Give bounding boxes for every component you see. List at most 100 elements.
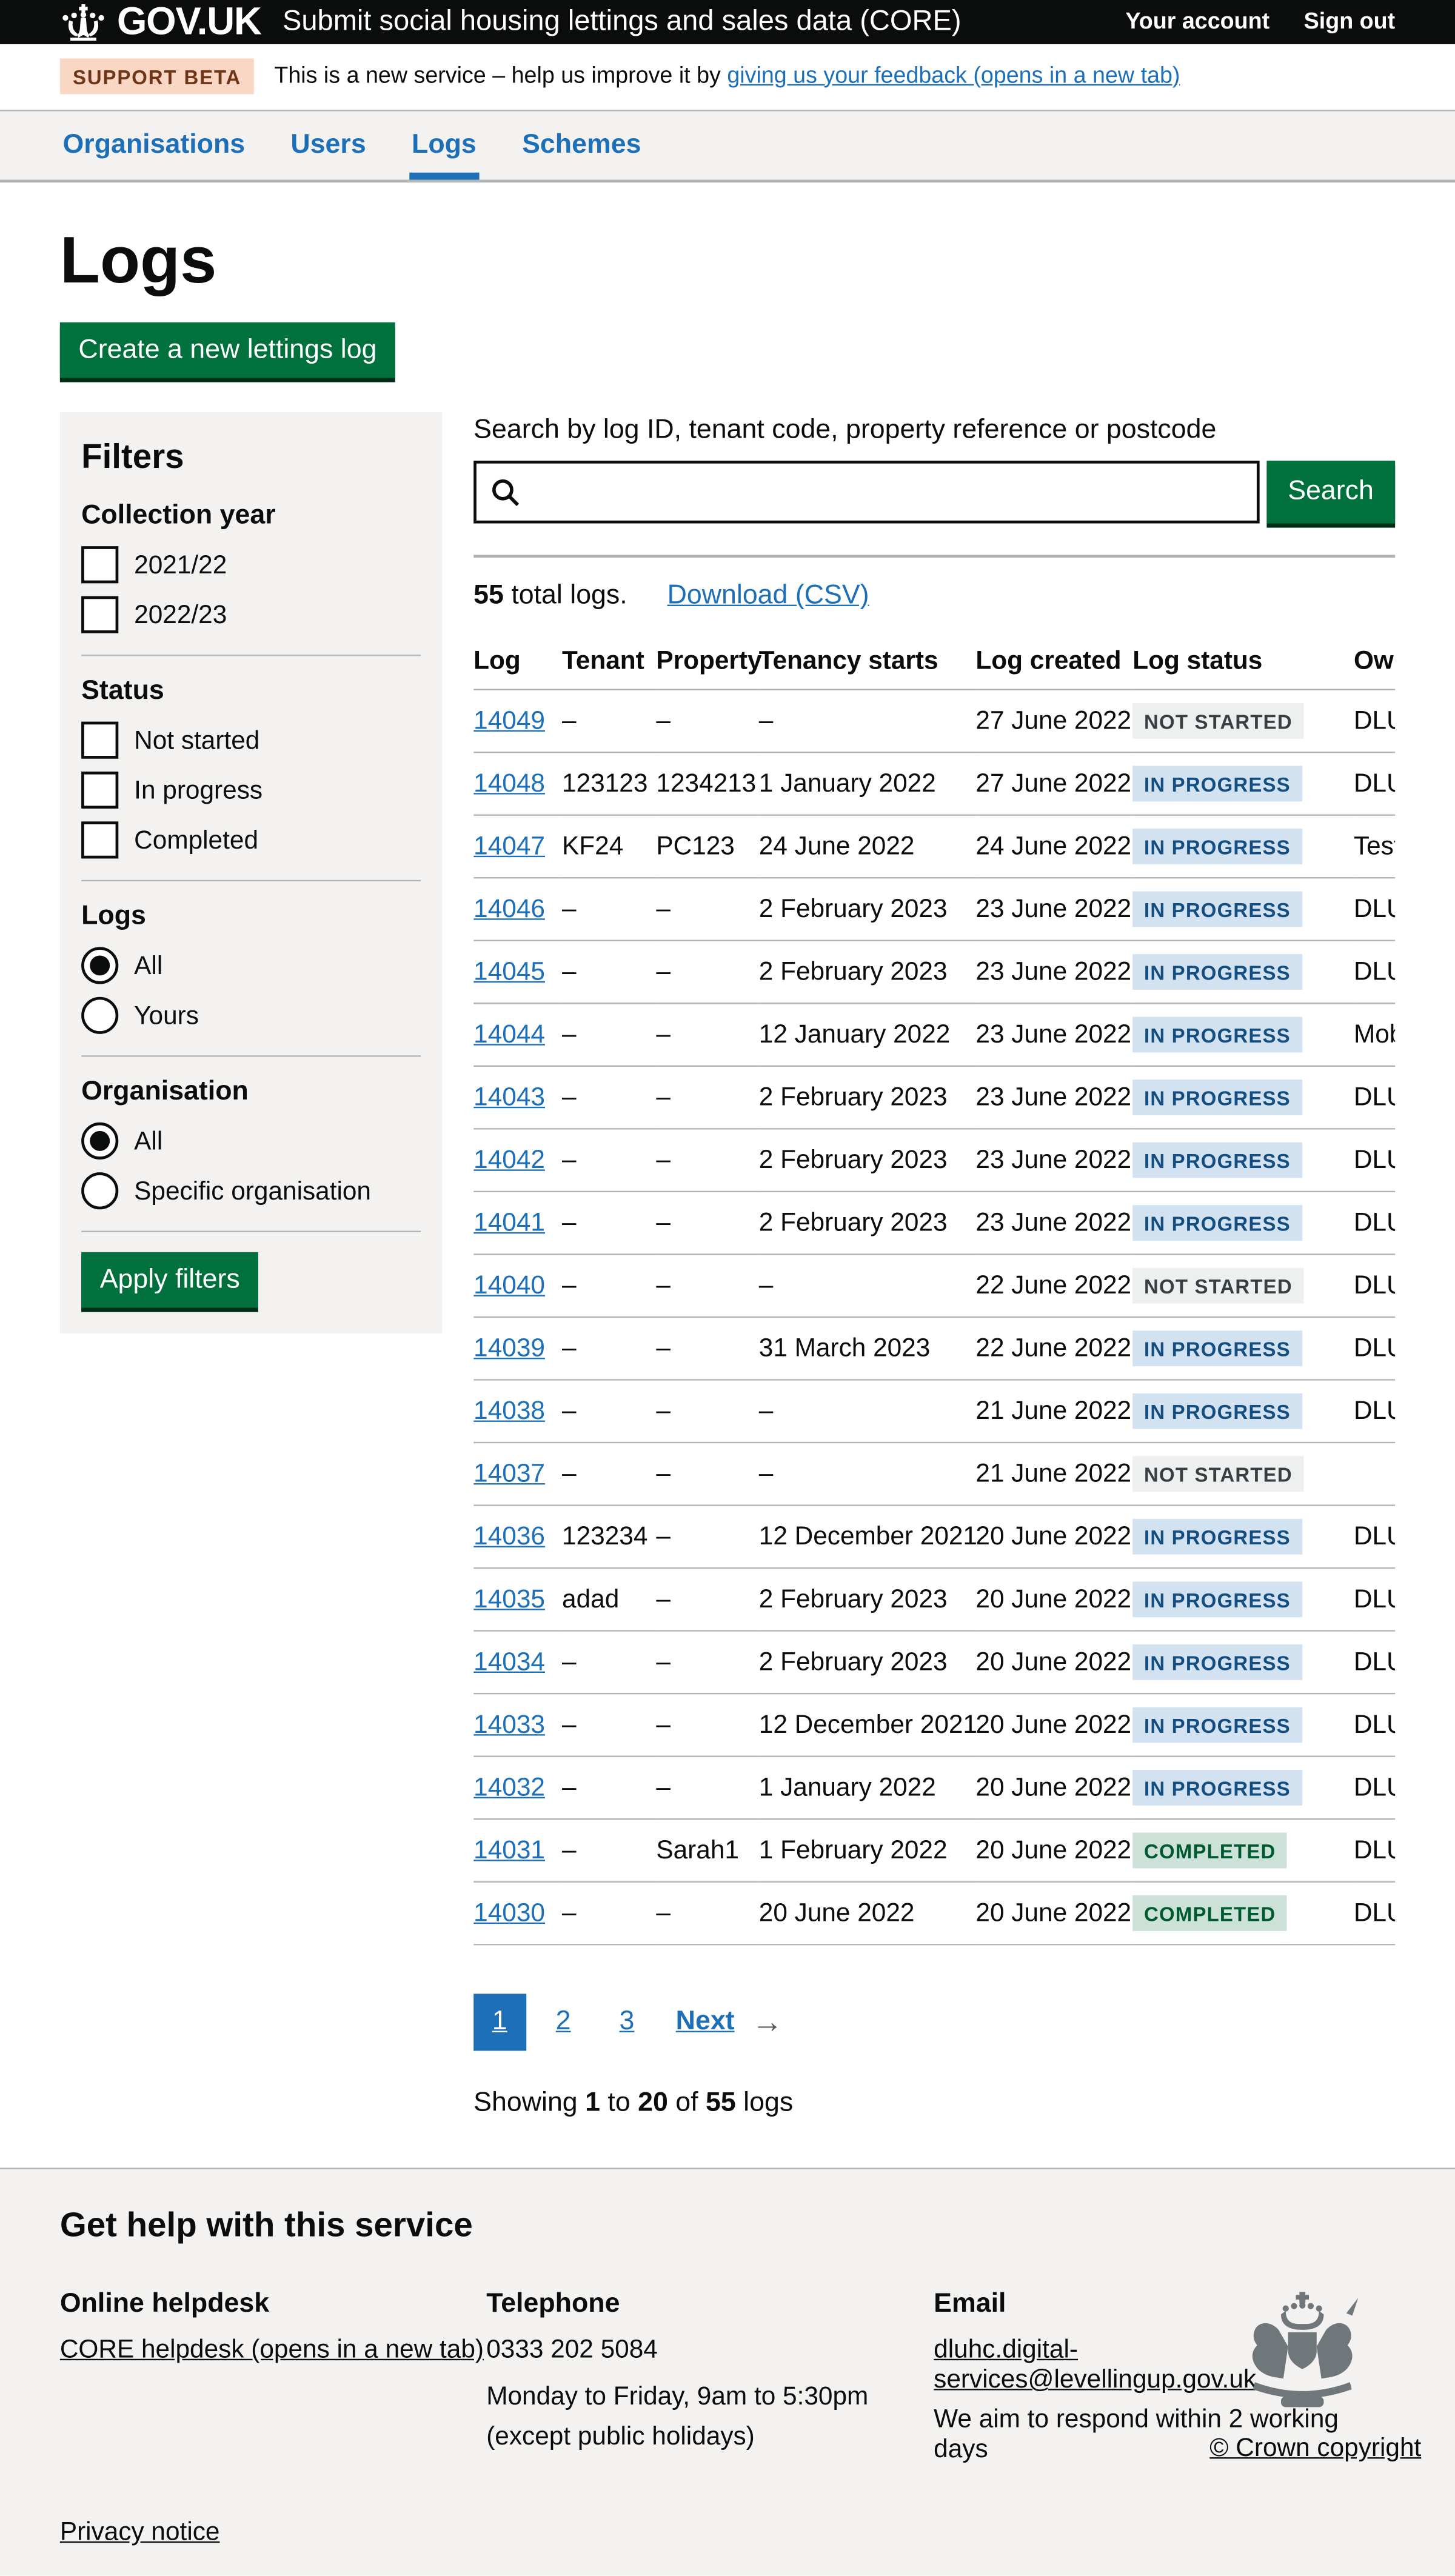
owning-org-cell: DLUHC Test [1354,1569,1395,1632]
filter-group-logs: Logs All Yours [81,902,421,1035]
property-cell: – [656,1694,758,1757]
log-id-link[interactable]: 14030 [473,1898,545,1927]
log-id-link[interactable]: 14039 [473,1334,545,1363]
status-badge: IN PROGRESS [1132,892,1302,927]
table-row: 14032 – – 1 January 2022 20 June 2022 IN… [473,1757,1395,1820]
govuk-logo[interactable]: GOV.UK [60,0,261,44]
property-cell: – [656,941,758,1004]
tenant-cell: – [562,1631,656,1694]
log-id-link[interactable]: 14044 [473,1020,545,1049]
radio-button[interactable] [81,1123,118,1160]
checkbox-option[interactable]: Not started [81,722,421,759]
tenant-cell: – [562,1820,656,1883]
table-row: 14035 adad – 2 February 2023 20 June 202… [473,1569,1395,1632]
search-button[interactable]: Search [1266,461,1395,524]
filter-group-status: Status Not started In progress Completed [81,676,421,859]
page-link[interactable]: 1 [473,1994,526,2051]
search-box [473,461,1259,524]
radio-button[interactable] [81,997,118,1034]
checkbox[interactable] [81,772,118,809]
email-link[interactable]: dluhc.digital-services@levellingup.gov.u… [934,2335,1256,2393]
search-input[interactable] [522,475,1254,509]
apply-filters-button[interactable]: Apply filters [81,1253,258,1309]
log-id-link[interactable]: 14040 [473,1271,545,1300]
property-cell: – [656,1443,758,1506]
nav-tab[interactable]: Schemes [519,112,644,180]
checkbox-option[interactable]: 2021/22 [81,547,421,584]
log-id-link[interactable]: 14035 [473,1585,545,1613]
your-account-link[interactable]: Your account [1125,9,1269,35]
nav-tab[interactable]: Users [288,112,369,180]
radio-option[interactable]: Specific organisation [81,1173,421,1210]
crown-copyright-link[interactable]: © Crown copyright [1209,2434,1421,2463]
nav-tab-label: Organisations [63,130,246,159]
tenancy-starts-cell: 2 February 2023 [759,878,976,941]
radio-button[interactable] [81,947,118,984]
radio-option[interactable]: All [81,1123,421,1160]
log-created-cell: 23 June 2022 [975,1129,1132,1192]
nav-tab[interactable]: Logs [409,112,479,180]
log-id-link[interactable]: 14037 [473,1460,545,1488]
log-id-link[interactable]: 14042 [473,1146,545,1174]
log-id-link[interactable]: 14043 [473,1083,545,1112]
log-id-link[interactable]: 14046 [473,895,545,923]
filter-divider [81,880,421,881]
log-created-cell: 20 June 2022 [975,1882,1132,1945]
log-id-link[interactable]: 14048 [473,769,545,798]
log-id-link[interactable]: 14034 [473,1647,545,1676]
nav-tab[interactable]: Organisations [60,112,248,180]
column-header: Tenant [562,635,656,690]
log-id-link[interactable]: 14031 [473,1836,545,1864]
sign-out-link[interactable]: Sign out [1304,9,1396,35]
log-id-link[interactable]: 14032 [473,1773,545,1801]
status-badge: IN PROGRESS [1132,766,1302,802]
tenancy-starts-cell: 2 February 2023 [759,1192,976,1255]
table-row: 14044 – – 12 January 2022 23 June 2022 I… [473,1004,1395,1067]
page-link[interactable]: 2 [537,1994,589,2051]
radio-button[interactable] [81,1173,118,1210]
log-id-link[interactable]: 14041 [473,1209,545,1237]
log-created-cell: 27 June 2022 [975,753,1132,816]
checkbox-option[interactable]: Completed [81,822,421,859]
table-row: 14046 – – 2 February 2023 23 June 2022 I… [473,878,1395,941]
footer-telephone-column: Telephone 0333 202 5084 Monday to Friday… [486,2289,934,2475]
table-row: 14036 123234 – 12 December 2021 20 June … [473,1506,1395,1569]
status-badge: IN PROGRESS [1132,1582,1302,1618]
log-id-link[interactable]: 14045 [473,958,545,986]
property-cell: – [656,1757,758,1820]
create-lettings-log-button[interactable]: Create a new lettings log [60,322,395,378]
table-row: 14034 – – 2 February 2023 20 June 2022 I… [473,1631,1395,1694]
checkbox[interactable] [81,722,118,759]
checkbox[interactable] [81,596,118,633]
showing-summary: Showing 1 to 20 of 55 logs [473,2088,1395,2120]
checkbox-option[interactable]: In progress [81,772,421,809]
privacy-notice-link[interactable]: Privacy notice [60,2518,220,2546]
tenant-cell: – [562,1318,656,1381]
checkbox[interactable] [81,547,118,584]
log-id-link[interactable]: 14033 [473,1710,545,1739]
tenant-cell: – [562,1004,656,1067]
checkbox-option[interactable]: 2022/23 [81,596,421,633]
tenant-cell: – [562,1067,656,1130]
radio-option[interactable]: Yours [81,997,421,1034]
log-id-link[interactable]: 14049 [473,706,545,735]
download-csv-link[interactable]: Download (CSV) [667,581,869,612]
filter-group-label: Status [81,676,421,708]
log-created-cell: 21 June 2022 [975,1380,1132,1443]
table-row: 14039 – – 31 March 2023 22 June 2022 IN … [473,1318,1395,1381]
page-link[interactable]: 3 [601,1994,653,2051]
next-page-link[interactable]: Next [664,1994,740,2051]
log-id-link[interactable]: 14047 [473,832,545,860]
log-id-link[interactable]: 14038 [473,1396,545,1425]
page-number: 1 [492,2007,507,2037]
service-name-link[interactable]: Submit social housing lettings and sales… [283,5,962,38]
status-badge: IN PROGRESS [1132,1770,1302,1806]
core-helpdesk-link[interactable]: CORE helpdesk (opens in a new tab) [60,2335,484,2363]
table-row: 14048 123123 1234213 1 January 2022 27 J… [473,753,1395,816]
feedback-link[interactable]: giving us your feedback (opens in a new … [727,64,1180,88]
checkbox[interactable] [81,822,118,859]
log-id-link[interactable]: 14036 [473,1522,545,1550]
table-row: 14043 – – 2 February 2023 23 June 2022 I… [473,1067,1395,1130]
radio-option[interactable]: All [81,947,421,984]
phase-banner-text: This is a new service – help us improve … [274,64,1180,89]
